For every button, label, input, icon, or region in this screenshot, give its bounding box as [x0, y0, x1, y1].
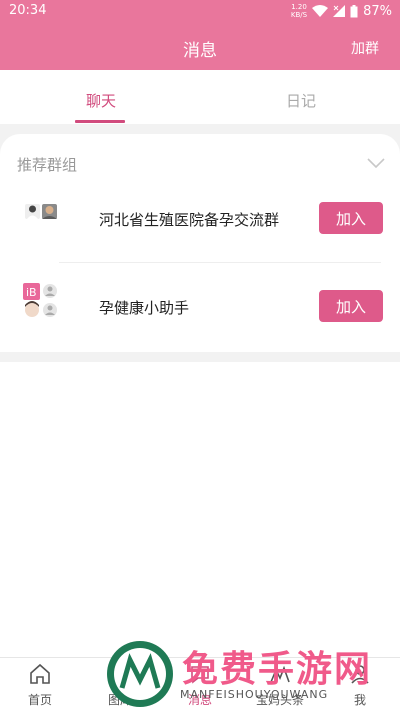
tabbar-item-profile[interactable]: 我: [320, 658, 400, 711]
status-bar: 20:34 1.20 KB/S 87%: [0, 0, 400, 24]
chevron-down-icon[interactable]: [367, 158, 385, 168]
gallery-icon: [110, 666, 130, 682]
tabbar-item-headlines[interactable]: 宝妈头条: [240, 658, 320, 711]
tabbar-label: 图库: [107, 693, 132, 707]
divider: [59, 262, 381, 263]
battery-percent: 87%: [363, 3, 392, 19]
group-row[interactable]: iB 孕健康小助手 加入: [0, 275, 400, 335]
recommend-title: 推荐群组: [17, 156, 78, 174]
app-header: 消息 加群: [0, 24, 400, 70]
join-group-link[interactable]: 加群: [351, 38, 379, 58]
bottom-tab-bar: 首页 图库 消息 宝妈头条 我: [0, 657, 400, 711]
profile-icon: [351, 665, 369, 684]
battery-icon: [350, 4, 358, 17]
tab-chat[interactable]: 聊天: [51, 90, 151, 111]
tab-diary[interactable]: 日记: [251, 90, 351, 111]
tabbar-label: 我: [353, 693, 366, 707]
group-name: 河北省生殖医院备孕交流群: [99, 211, 280, 229]
status-time: 20:34: [9, 3, 47, 18]
recommend-card: 推荐群组 河北省生殖医院备孕交流群 加入 iB 孕健康小助手 加入: [0, 134, 400, 352]
group-row[interactable]: 河北省生殖医院备孕交流群 加入: [0, 187, 400, 247]
join-button[interactable]: 加入: [319, 290, 383, 322]
tabbar-item-home[interactable]: 首页: [0, 658, 80, 711]
group-avatar: iB: [23, 283, 57, 317]
group-name: 孕健康小助手: [99, 299, 190, 317]
wifi-icon: [312, 5, 329, 17]
tabbar-label: 消息: [187, 693, 212, 707]
active-tab-indicator: [75, 120, 125, 123]
join-button[interactable]: 加入: [319, 202, 383, 234]
svg-text:iB: iB: [26, 286, 37, 299]
tabbar-item-messages[interactable]: 消息: [160, 658, 240, 711]
message-tabs: 聊天 日记: [0, 70, 400, 124]
tabbar-label: 宝妈头条: [255, 693, 304, 707]
page-title: 消息: [183, 41, 217, 61]
message-icon: [191, 666, 209, 684]
group-avatar: [25, 204, 57, 219]
home-icon: [30, 663, 50, 684]
cellular-signal-icon: [333, 5, 346, 17]
status-icons: 1.20 KB/S 87%: [291, 3, 392, 19]
tabbar-item-gallery[interactable]: 图库: [80, 658, 160, 711]
headline-icon: [270, 665, 290, 683]
tabbar-label: 首页: [27, 693, 52, 707]
network-speed: 1.20 KB/S: [290, 3, 308, 19]
